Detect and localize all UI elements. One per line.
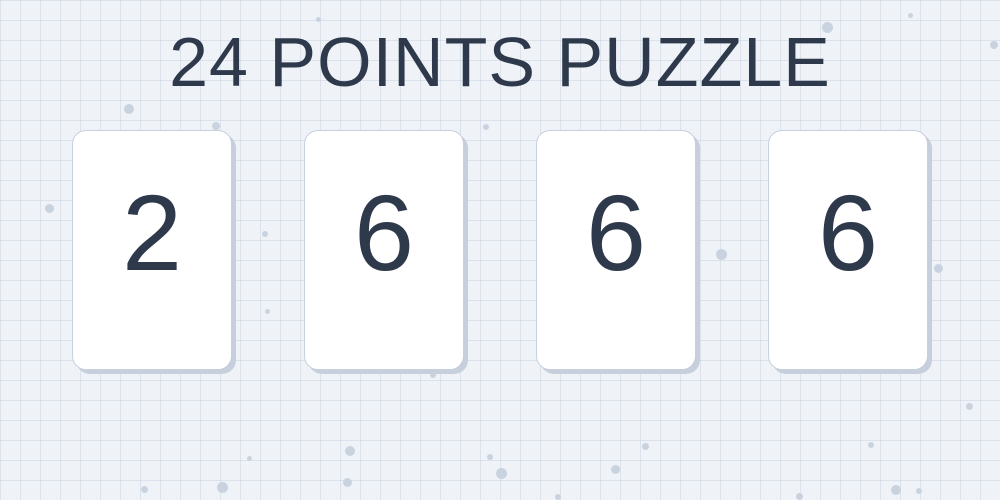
card-value: 6 bbox=[353, 172, 415, 293]
decorative-dot bbox=[642, 443, 649, 450]
page-title: 24 POINTS PUZZLE bbox=[169, 23, 831, 101]
decorative-dot bbox=[934, 264, 943, 273]
decorative-dot bbox=[868, 442, 874, 448]
card-value: 2 bbox=[121, 172, 183, 293]
decorative-dot bbox=[483, 124, 489, 130]
card-value: 6 bbox=[585, 172, 647, 293]
card-value: 6 bbox=[817, 172, 879, 293]
decorative-dot bbox=[212, 122, 220, 130]
number-card[interactable]: 6 bbox=[304, 130, 464, 370]
decorative-dot bbox=[265, 309, 270, 314]
decorative-dot bbox=[555, 494, 561, 500]
decorative-dot bbox=[796, 493, 803, 500]
decorative-dot bbox=[966, 403, 973, 410]
number-card[interactable]: 6 bbox=[536, 130, 696, 370]
decorative-dot bbox=[611, 465, 620, 474]
decorative-dot bbox=[716, 249, 727, 260]
decorative-dot bbox=[891, 485, 901, 495]
number-card[interactable]: 6 bbox=[768, 130, 928, 370]
decorative-dot bbox=[908, 13, 913, 18]
decorative-dot bbox=[45, 204, 54, 213]
decorative-dot bbox=[343, 478, 352, 487]
decorative-dot bbox=[916, 488, 922, 494]
decorative-dot bbox=[345, 446, 355, 456]
decorative-dot bbox=[262, 231, 268, 237]
decorative-dot bbox=[124, 104, 134, 114]
decorative-dot bbox=[141, 486, 148, 493]
number-card[interactable]: 2 bbox=[72, 130, 232, 370]
decorative-dot bbox=[430, 372, 436, 378]
decorative-dot bbox=[487, 454, 493, 460]
decorative-dot bbox=[247, 456, 252, 461]
decorative-dot bbox=[217, 482, 228, 493]
decorative-dot bbox=[496, 468, 507, 479]
